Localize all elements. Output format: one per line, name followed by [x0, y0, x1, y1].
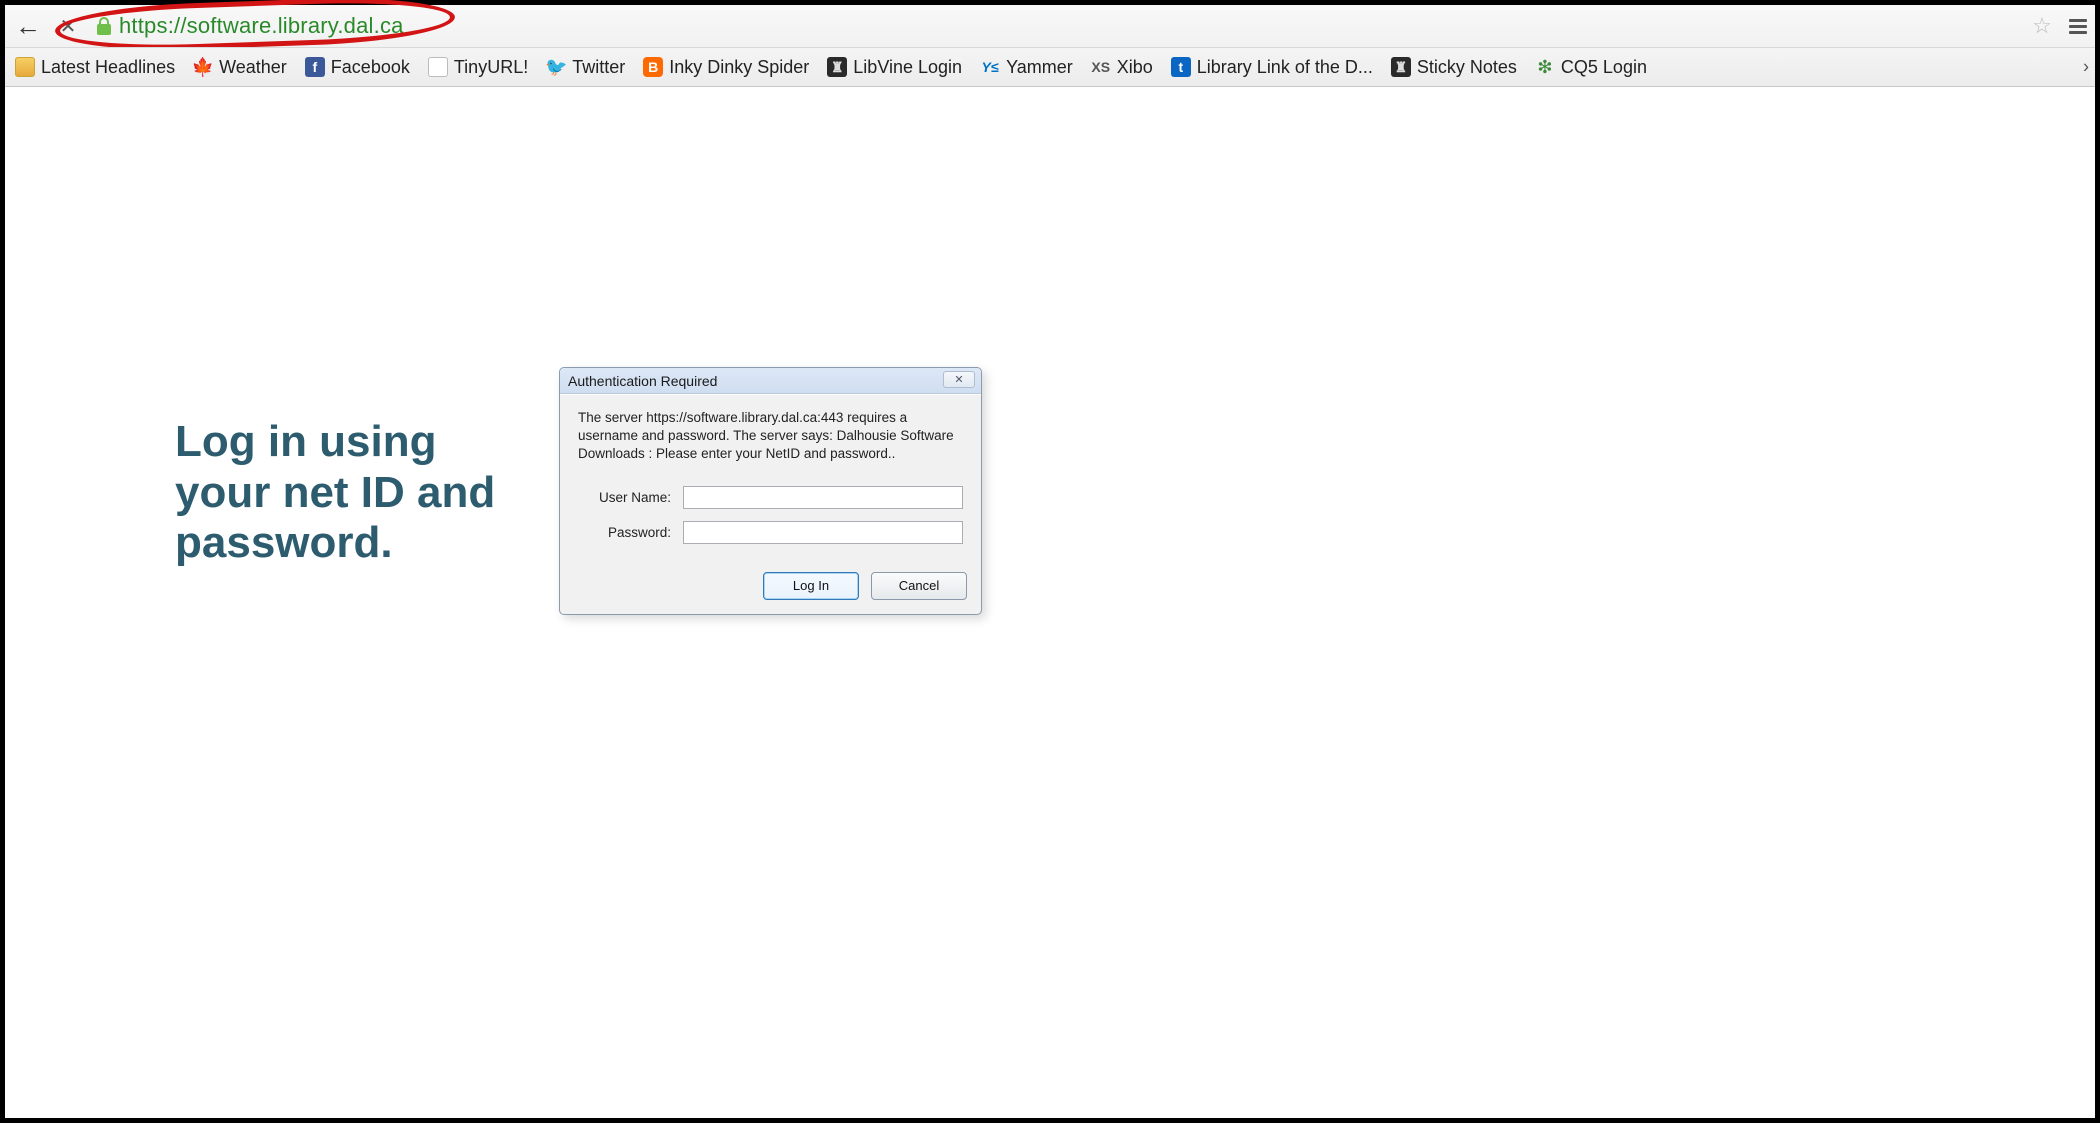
address-bar[interactable]: https://software.library.dal.ca	[93, 13, 2031, 39]
bookmarks-toolbar: Latest Headlines Weather f Facebook TinyURL!…	[5, 47, 2095, 87]
bookmark-label: LibVine Login	[853, 57, 962, 78]
dialog-button-row: Log In Cancel	[560, 562, 981, 614]
address-toolbar: ← ✕ https://software.library.dal.ca ☆	[5, 5, 2095, 47]
instruction-line2: your net ID and	[175, 468, 495, 517]
instruction-text: Log in using your net ID and password.	[175, 417, 495, 569]
bookmark-label: Inky Dinky Spider	[669, 57, 809, 78]
dialog-close-button[interactable]: ✕	[943, 371, 975, 388]
bookmark-item[interactable]: Latest Headlines	[15, 57, 175, 78]
tw-icon: 🐦	[546, 57, 566, 77]
blogger-icon: B	[643, 57, 663, 77]
sticky-icon: ♜	[1391, 57, 1411, 77]
dialog-body: The server https://software.library.dal.…	[560, 394, 981, 562]
bookmark-label: Yammer	[1006, 57, 1073, 78]
hamburger-menu-icon[interactable]	[2069, 19, 2087, 34]
instruction-line3: password.	[175, 518, 393, 567]
xibo-icon: XS	[1091, 57, 1111, 77]
bookmark-label: Library Link of the D...	[1197, 57, 1373, 78]
bookmark-item[interactable]: 🐦 Twitter	[546, 57, 625, 78]
close-icon: ✕	[954, 373, 963, 386]
yammer-icon: Y≤	[980, 57, 1000, 77]
doc-icon	[428, 57, 448, 77]
username-row: User Name:	[578, 486, 963, 509]
cq5-icon: ❇	[1535, 57, 1555, 77]
bookmark-label: Twitter	[572, 57, 625, 78]
bookmark-label: Xibo	[1117, 57, 1153, 78]
bookmark-item[interactable]: ♜ Sticky Notes	[1391, 57, 1517, 78]
username-input[interactable]	[683, 486, 963, 509]
cancel-button[interactable]: Cancel	[871, 572, 967, 600]
weather-icon	[193, 57, 213, 77]
bookmark-label: Latest Headlines	[41, 57, 175, 78]
bookmark-item[interactable]: TinyURL!	[428, 57, 528, 78]
liblink-icon: t	[1171, 57, 1191, 77]
login-button[interactable]: Log In	[763, 572, 859, 600]
bookmark-item[interactable]: XS Xibo	[1091, 57, 1153, 78]
stop-reload-button[interactable]: ✕	[53, 11, 83, 41]
auth-dialog: Authentication Required ✕ The server htt…	[559, 367, 982, 615]
url-text: https://software.library.dal.ca	[119, 13, 404, 39]
password-label: Password:	[578, 525, 683, 540]
fb-icon: f	[305, 57, 325, 77]
password-input[interactable]	[683, 521, 963, 544]
bookmark-item[interactable]: f Facebook	[305, 57, 410, 78]
bookmark-item[interactable]: B Inky Dinky Spider	[643, 57, 809, 78]
bookmark-star-icon[interactable]: ☆	[2031, 15, 2053, 37]
bookmark-label: CQ5 Login	[1561, 57, 1647, 78]
username-label: User Name:	[578, 490, 683, 505]
bookmark-label: TinyURL!	[454, 57, 528, 78]
bookmark-label: Sticky Notes	[1417, 57, 1517, 78]
password-row: Password:	[578, 521, 963, 544]
dialog-title-text: Authentication Required	[568, 373, 717, 389]
page-content: Log in using your net ID and password. A…	[5, 87, 2095, 1118]
bookmark-item[interactable]: ❇ CQ5 Login	[1535, 57, 1647, 78]
bookmark-label: Weather	[219, 57, 287, 78]
bookmark-item[interactable]: ♜ LibVine Login	[827, 57, 962, 78]
bookmark-item[interactable]: Weather	[193, 57, 287, 78]
dialog-message: The server https://software.library.dal.…	[578, 409, 963, 464]
bookmark-label: Facebook	[331, 57, 410, 78]
back-button[interactable]: ←	[13, 11, 43, 41]
dialog-titlebar: Authentication Required ✕	[560, 368, 981, 394]
bookmark-item[interactable]: Y≤ Yammer	[980, 57, 1073, 78]
instruction-line1: Log in using	[175, 417, 437, 466]
lock-icon	[97, 17, 113, 35]
bookmark-item[interactable]: t Library Link of the D...	[1171, 57, 1373, 78]
libvine-icon: ♜	[827, 57, 847, 77]
folder-icon	[15, 57, 35, 77]
bookmarks-overflow-icon[interactable]: ›	[2083, 57, 2089, 78]
